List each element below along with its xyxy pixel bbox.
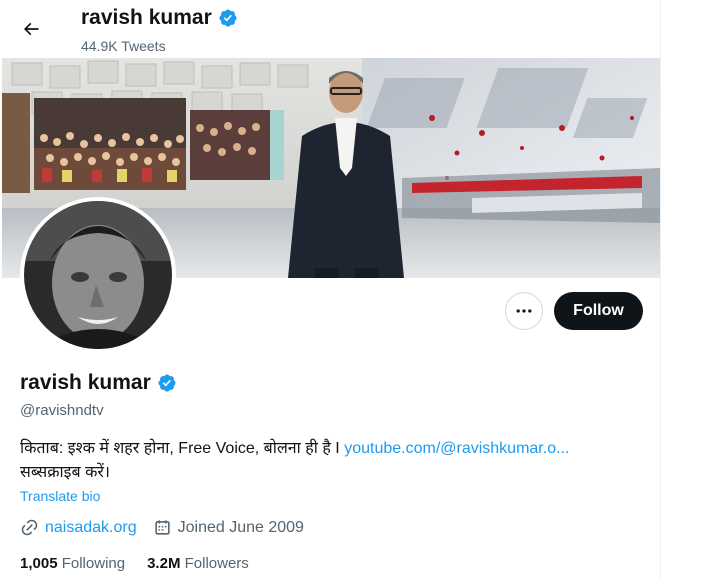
link-icon — [21, 519, 38, 536]
header-name-row: ravish kumar — [81, 6, 238, 30]
profile-bio: किताब: इश्क में शहर होना, Free Voice, बो… — [20, 437, 640, 485]
profile-display-name: ravish kumar — [20, 371, 151, 394]
verified-badge-icon[interactable] — [157, 373, 177, 393]
more-options-icon — [516, 309, 532, 313]
followers-stat[interactable]: 3.2M Followers — [147, 555, 249, 572]
translate-bio-link[interactable]: Translate bio — [20, 488, 100, 504]
tweet-count: 44.9K Tweets — [81, 38, 166, 54]
back-arrow-icon — [23, 22, 39, 36]
joined-item: Joined June 2009 — [153, 518, 304, 537]
profile-meta: naisadak.org Joined June 2009 — [20, 518, 320, 537]
followers-label: Followers — [184, 555, 249, 572]
avatar-image — [24, 201, 172, 349]
joined-date: Joined June 2009 — [177, 518, 304, 536]
profile-handle: @ravishndtv — [20, 402, 104, 419]
bio-text: किताब: इश्क में शहर होना, Free Voice, बो… — [20, 440, 340, 457]
header-display-name: ravish kumar — [81, 6, 212, 29]
following-count: 1,005 — [20, 555, 58, 572]
follow-button[interactable]: Follow — [554, 292, 643, 330]
profile-avatar[interactable] — [20, 197, 176, 353]
profile-column: ravish kumar 44.9K Tweets Follow ravish … — [0, 0, 661, 581]
following-stat[interactable]: 1,005 Following — [20, 555, 125, 572]
bio-link[interactable]: youtube.com/@ravishkumar.o... — [344, 440, 569, 457]
profile-header-bar: ravish kumar 44.9K Tweets — [0, 0, 660, 57]
verified-badge-icon — [219, 9, 237, 27]
back-button[interactable] — [14, 12, 48, 46]
following-label: Following — [61, 555, 126, 572]
more-options-button[interactable] — [505, 292, 543, 330]
profile-name-row: ravish kumar — [20, 371, 177, 395]
bio-line-2: सब्सक्राइब करें। — [20, 464, 110, 481]
profile-stats: 1,005 Following 3.2M Followers — [20, 555, 271, 572]
followers-count: 3.2M — [147, 555, 181, 572]
website-item: naisadak.org — [20, 518, 137, 537]
calendar-icon — [155, 520, 170, 535]
website-link[interactable]: naisadak.org — [45, 519, 137, 537]
